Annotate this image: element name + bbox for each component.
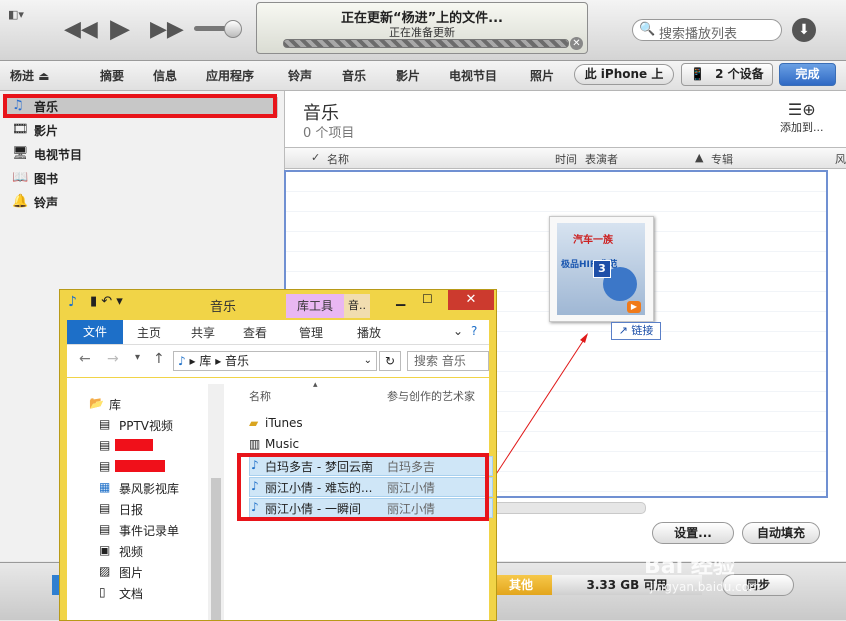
music-note-icon: ♪ [68, 294, 77, 310]
tree-item-event-log[interactable]: 事件记录单 [119, 522, 179, 539]
ribbon-tab-manage[interactable]: 管理 [299, 324, 323, 341]
library-icon: ▤ [99, 522, 111, 536]
back-icon[interactable]: ← [79, 351, 91, 367]
tree-item-pictures[interactable]: 图片 [119, 564, 143, 581]
watermark-url: jingyan.baidu.com [650, 580, 761, 594]
file-name[interactable]: iTunes [265, 416, 303, 430]
recent-locations-icon[interactable]: ▾ [135, 352, 140, 363]
forward-icon[interactable]: → [107, 351, 119, 367]
tree-item-daily[interactable]: 日报 [119, 501, 143, 518]
explorer-search-input[interactable]: 搜索 音乐 [407, 351, 489, 371]
refresh-icon[interactable]: ↻ [379, 351, 401, 371]
address-bar[interactable]: ♪ ▸ 库 ▸ 音乐 ⌄ [173, 351, 377, 371]
tree-item-library[interactable]: 库 [109, 396, 121, 413]
folder-icon: 📂 [89, 396, 104, 410]
quick-access-icons[interactable]: ▮ ↶ ▾ [90, 294, 123, 309]
tree-item-videos[interactable]: 视频 [119, 543, 143, 560]
tree-item-pptv[interactable]: PPTV视频 [119, 417, 173, 434]
ribbon-tab-view[interactable]: 查看 [243, 324, 267, 341]
library-icon: ▤ [99, 459, 111, 473]
file-name[interactable]: Music [265, 437, 299, 451]
chevron-right-icon: ▸ [215, 354, 226, 368]
explorer-address-row: ← → ▾ ↑ ♪ ▸ 库 ▸ 音乐 ⌄ ↻ 搜索 音乐 [67, 345, 489, 377]
redacted-label [115, 439, 153, 451]
help-icon[interactable]: ? [471, 324, 477, 338]
breadcrumb-library[interactable]: 库 [199, 354, 211, 368]
maximize-icon[interactable]: ☐ [422, 292, 433, 306]
watermark-logo: Bai 经验 [644, 554, 735, 579]
navigation-tree: 📂 库 ▤ PPTV视频 ▤ ▤ ▦ 暴风影视库 ▤ 日报 ▤ 事件记录单 ▣ … [67, 378, 229, 620]
archive-icon: ▥ [249, 437, 261, 451]
music-tools-tab[interactable]: 音.. [344, 294, 370, 318]
highlight-box-files [237, 453, 489, 521]
music-note-icon: ♪ [178, 354, 186, 368]
pictures-icon: ▨ [99, 564, 111, 578]
chevron-down-icon[interactable]: ⌄ [364, 352, 372, 370]
video-icon: ▣ [99, 543, 111, 557]
ribbon-expand-icon[interactable]: ⌄ [453, 324, 463, 338]
library-icon: ▦ [99, 480, 111, 494]
ribbon-tab-share[interactable]: 共享 [191, 324, 215, 341]
up-icon[interactable]: ↑ [153, 351, 165, 367]
tree-item-baofeng[interactable]: 暴风影视库 [119, 480, 179, 497]
folder-icon: ▰ [249, 416, 259, 430]
tree-item-documents[interactable]: 文档 [119, 585, 143, 602]
explorer-titlebar: ♪ ▮ ↶ ▾ 音乐 库工具 音.. ▁ ☐ ✕ [60, 290, 496, 318]
library-icon: ▤ [99, 417, 111, 431]
breadcrumb-music[interactable]: 音乐 [225, 354, 249, 368]
library-icon: ▤ [99, 501, 111, 515]
arrow-head [580, 333, 588, 343]
redacted-label [115, 460, 165, 472]
arrow-line [488, 334, 588, 486]
column-name[interactable]: 名称 [249, 388, 271, 404]
ribbon-tab-play[interactable]: 播放 [357, 324, 381, 341]
library-icon: ▤ [99, 438, 111, 452]
documents-icon: ▯ [99, 585, 106, 599]
ribbon-tab-home[interactable]: 主页 [137, 324, 161, 341]
tree-scrollbar[interactable] [208, 384, 224, 620]
column-artist[interactable]: 参与创作的艺术家 [387, 388, 475, 404]
explorer-ribbon: 文件 主页 共享 查看 管理 播放 ⌄ ? [67, 320, 489, 345]
sort-asc-icon: ▴ [313, 380, 318, 390]
tree-scroll-thumb[interactable] [211, 478, 221, 620]
chevron-right-icon: ▸ [189, 354, 200, 368]
close-icon[interactable]: ✕ [448, 290, 494, 310]
ribbon-tab-file[interactable]: 文件 [67, 320, 123, 344]
library-tools-tab[interactable]: 库工具 [286, 294, 344, 318]
minimize-icon[interactable]: ▁ [396, 292, 405, 306]
explorer-title: 音乐 [210, 300, 237, 315]
